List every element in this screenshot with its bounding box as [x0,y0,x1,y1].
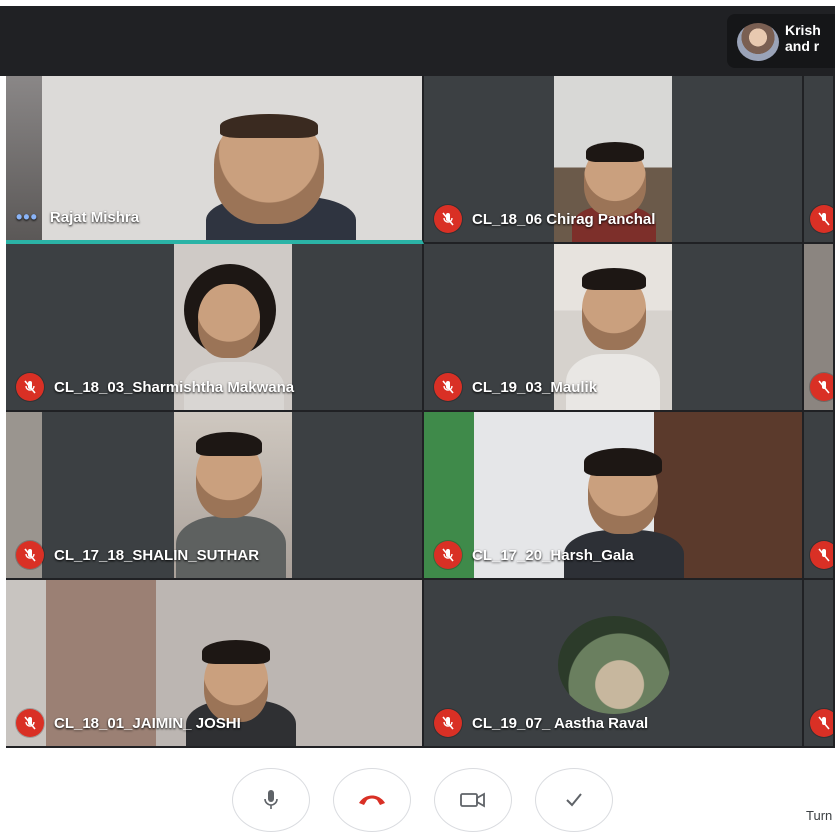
top-bar: Krish and r [0,0,835,76]
bottom-control-bar: Turn [0,748,835,837]
confirm-button[interactable] [535,768,613,832]
mic-off-icon [16,373,44,401]
mic-off-icon [810,709,833,737]
turn-on-captions-link[interactable]: Turn [806,808,832,823]
mic-off-icon [434,205,462,233]
camera-icon [460,792,485,808]
mic-off-icon [434,541,462,569]
video-tile-partial[interactable] [804,244,835,412]
leave-call-button[interactable] [333,768,411,832]
participant-name: CL_17_20_Harsh_Gala [472,546,634,564]
video-grid: ••• Rajat Mishra CL_18_06 Chirag Panchal [6,76,835,748]
participant-name: CL_18_01_JAIMIN_ JOSHI [54,714,241,732]
presenter-chip[interactable]: Krish and r [727,14,835,68]
checkmark-icon [566,793,582,807]
camera-button[interactable] [434,768,512,832]
video-tile-shalin-suthar[interactable]: CL_17_18_SHALIN_SUTHAR [6,412,424,580]
video-tile-aastha-raval[interactable]: CL_19_07_ Aastha Raval [424,580,804,748]
participant-name: CL_18_03_Sharmishtha Makwana [54,378,295,396]
participant-name: CL_17_18_SHALIN_SUTHAR [54,546,260,564]
speaking-indicator-icon: ••• [16,206,38,227]
video-tile-chirag-panchal[interactable]: CL_18_06 Chirag Panchal [424,76,804,244]
video-tile-harsh-gala[interactable]: CL_17_20_Harsh_Gala [424,412,804,580]
participant-name: CL_19_03_Maulik [472,378,598,396]
video-tile-sharmishtha-makwana[interactable]: CL_18_03_Sharmishtha Makwana [6,244,424,412]
participant-name: CL_19_07_ Aastha Raval [472,714,649,732]
participant-name: CL_18_06 Chirag Panchal [472,210,656,228]
mic-off-icon [16,709,44,737]
mic-off-icon [434,373,462,401]
presenter-avatar [737,23,779,61]
video-tile-maulik[interactable]: CL_19_03_Maulik [424,244,804,412]
video-tile-rajat-mishra[interactable]: ••• Rajat Mishra [6,76,424,244]
video-tile-partial[interactable] [804,580,835,748]
video-tile-partial[interactable] [804,76,835,244]
mic-off-icon [16,541,44,569]
participant-avatar [558,616,670,714]
mic-off-icon [810,373,833,401]
mic-off-icon [434,709,462,737]
mic-off-icon [810,205,833,233]
microphone-icon [264,790,278,809]
hang-up-icon [359,795,385,805]
presenter-name-line2: and r [785,38,820,54]
video-tile-jaimin-joshi[interactable]: CL_18_01_JAIMIN_ JOSHI [6,580,424,748]
participant-name: Rajat Mishra [49,208,140,226]
presenter-name-line1: Krish [785,22,821,38]
video-tile-partial[interactable] [804,412,835,580]
mic-off-icon [810,541,833,569]
microphone-button[interactable] [232,768,310,832]
